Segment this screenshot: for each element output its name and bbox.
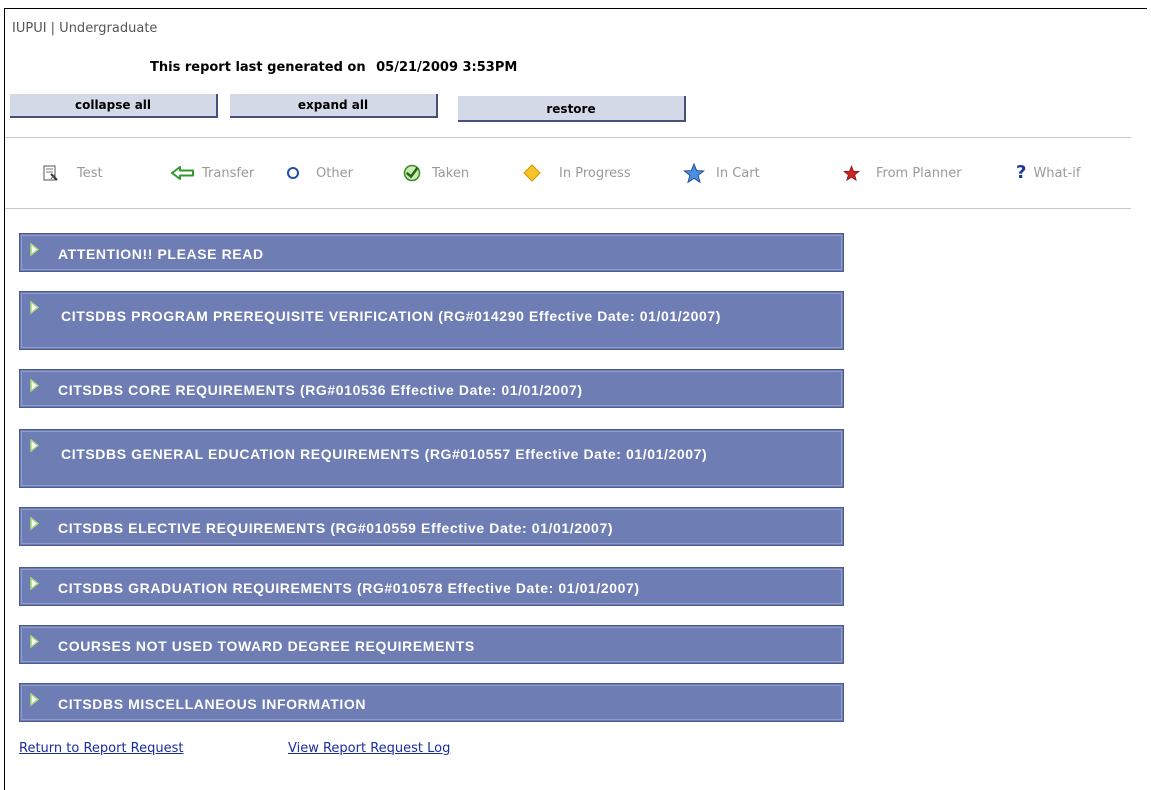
legend-item-taken: Taken	[403, 160, 469, 186]
legend-label: Transfer	[202, 165, 255, 181]
restore-button[interactable]: restore	[458, 96, 686, 122]
test-icon	[42, 165, 59, 182]
view-report-request-log-link[interactable]: View Report Request Log	[288, 741, 450, 756]
transfer-arrow-icon	[171, 166, 195, 180]
section-bar[interactable]: COURSES NOT USED TOWARD DEGREE REQUIREME…	[19, 625, 844, 664]
legend-item-test: Test	[42, 160, 103, 186]
section-bar[interactable]: CITSDBS GRADUATION REQUIREMENTS (RG#0105…	[19, 567, 844, 606]
in-cart-star-icon	[683, 162, 705, 184]
section-title: COURSES NOT USED TOWARD DEGREE REQUIREME…	[58, 638, 475, 654]
legend-item-other: Other	[286, 160, 353, 186]
legend-label: In Cart	[716, 165, 760, 181]
section-title: CITSDBS PROGRAM PREREQUISITE VERIFICATIO…	[61, 308, 722, 324]
section-title: CITSDBS CORE REQUIREMENTS (RG#010536 Eff…	[58, 382, 583, 398]
legend-item-in-progress: In Progress	[523, 160, 631, 186]
divider-legend	[5, 208, 1131, 209]
generated-label: This report last generated on	[150, 60, 366, 75]
legend-label: From Planner	[876, 165, 962, 181]
legend-label: Other	[316, 165, 353, 181]
return-to-report-request-link[interactable]: Return to Report Request	[19, 741, 184, 756]
section-title: CITSDBS GRADUATION REQUIREMENTS (RG#0105…	[58, 580, 640, 596]
legend-item-what-if: ? What-if	[1016, 160, 1081, 186]
legend-item-transfer: Transfer	[171, 160, 254, 186]
legend-label: In Progress	[559, 165, 631, 181]
legend-item-in-cart: In Cart	[683, 160, 760, 186]
expand-all-button[interactable]: expand all	[230, 94, 438, 118]
legend-label: Taken	[432, 165, 470, 181]
from-planner-star-icon	[843, 164, 860, 182]
legend-label: Test	[77, 165, 103, 181]
academic-context: IUPUI | Undergraduate	[12, 21, 158, 36]
taken-check-icon	[403, 164, 421, 182]
section-bar[interactable]: CITSDBS MISCELLANEOUS INFORMATION	[19, 683, 844, 722]
what-if-question-icon: ?	[1016, 162, 1027, 183]
collapse-all-button[interactable]: collapse all	[10, 94, 218, 118]
section-title: CITSDBS MISCELLANEOUS INFORMATION	[58, 696, 367, 712]
generated-date: 05/21/2009 3:53PM	[376, 60, 518, 75]
section-title: CITSDBS GENERAL EDUCATION REQUIREMENTS (…	[61, 446, 708, 462]
legend-item-from-planner: From Planner	[843, 160, 962, 186]
section-title: CITSDBS ELECTIVE REQUIREMENTS (RG#010559…	[58, 520, 614, 536]
other-circle-icon	[286, 166, 300, 180]
section-bar[interactable]: CITSDBS GENERAL EDUCATION REQUIREMENTS (…	[19, 429, 844, 488]
section-bar[interactable]: ATTENTION!! PLEASE READ	[19, 233, 844, 272]
in-progress-diamond-icon	[523, 164, 541, 182]
section-bar[interactable]: CITSDBS CORE REQUIREMENTS (RG#010536 Eff…	[19, 369, 844, 408]
report-generated-info: This report last generated on 05/21/2009…	[150, 60, 517, 75]
legend-label: What-if	[1033, 165, 1081, 181]
section-bar[interactable]: CITSDBS PROGRAM PREREQUISITE VERIFICATIO…	[19, 291, 844, 350]
section-title: ATTENTION!! PLEASE READ	[58, 246, 264, 262]
divider-top	[5, 137, 1131, 138]
section-bar[interactable]: CITSDBS ELECTIVE REQUIREMENTS (RG#010559…	[19, 507, 844, 546]
